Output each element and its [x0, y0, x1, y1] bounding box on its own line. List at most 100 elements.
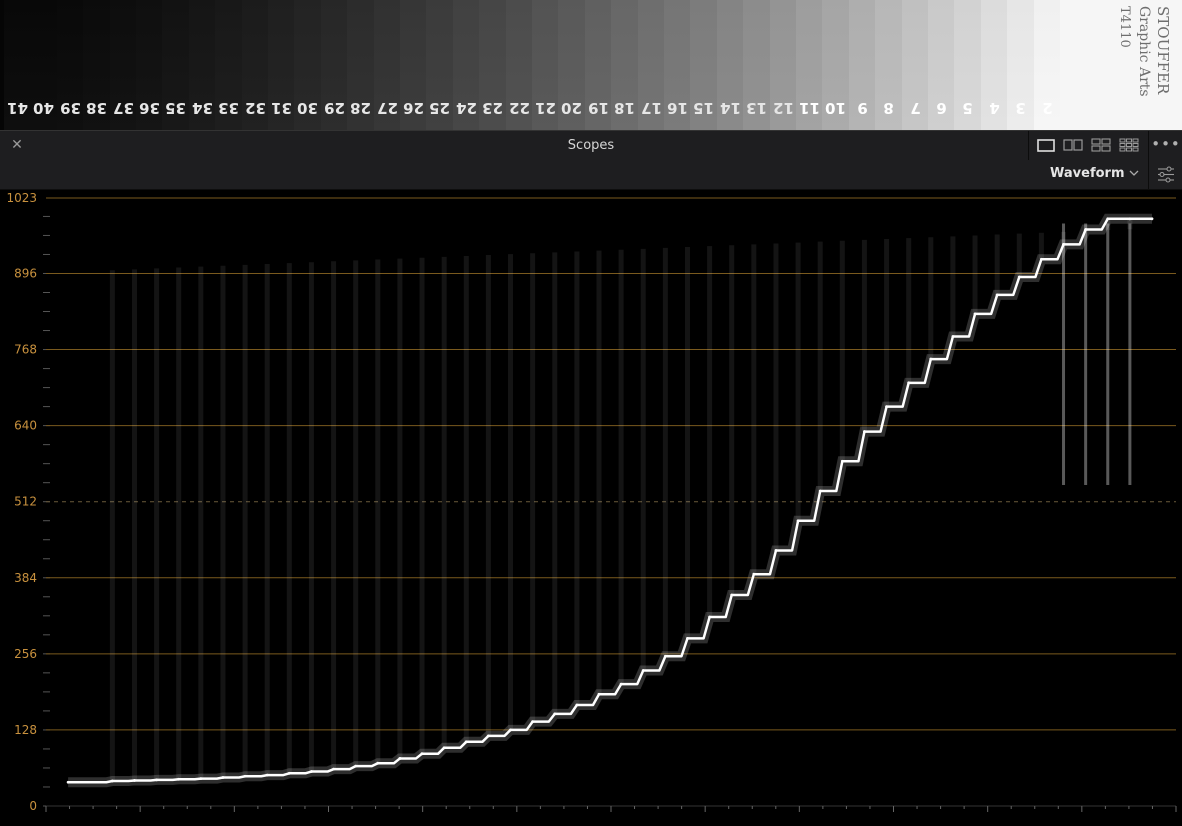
waveform-point [730, 593, 734, 597]
waveform-point [907, 381, 911, 385]
wedge-step-number: 6 [936, 99, 947, 117]
wedge-step: 34 [188, 0, 216, 130]
wedge-step-number: 37 [112, 99, 134, 117]
waveform-point [818, 489, 822, 493]
y-tick-label: 384 [14, 571, 37, 585]
wedge-step: 27 [373, 0, 401, 130]
wedge-step-number: 40 [33, 99, 55, 117]
wedge-step-number: 2 [1041, 99, 1053, 117]
waveform-point [641, 669, 645, 672]
wedge-step: 17 [637, 0, 665, 130]
wedge-step-number: 17 [640, 99, 662, 117]
waveform-point [973, 312, 977, 316]
wedge-step: 22 [505, 0, 533, 130]
wedge-step: 15 [690, 0, 718, 130]
wedge-step-number: 39 [59, 99, 81, 117]
wedge-step-number: 18 [614, 99, 636, 117]
wedge-step-number: 19 [587, 99, 609, 117]
waveform-point [708, 615, 711, 619]
wedge-step-number: 24 [455, 99, 477, 117]
waveform-point [840, 459, 844, 463]
waveform-point [199, 777, 203, 781]
wedge-step: 28 [347, 0, 375, 130]
wedge-step: 10 [822, 0, 850, 130]
wedge-step-number: 23 [482, 99, 504, 117]
y-tick-label: 0 [29, 799, 37, 813]
wedge-step: 9 [848, 0, 876, 130]
wedge-step-number: 25 [429, 99, 451, 117]
waveform-point [929, 357, 933, 361]
wedge-step: 35 [162, 0, 190, 130]
wedge-step-number: 26 [403, 99, 424, 117]
wedge-step-number: 30 [297, 99, 319, 117]
waveform-scope: 0 128 256 384 512 640 768 896 1023 [0, 190, 1182, 826]
wedge-step-number: 3 [1015, 99, 1026, 117]
wedge-step: 24 [452, 0, 480, 130]
wedge-step: 14 [716, 0, 744, 130]
waveform-point [1106, 217, 1110, 221]
waveform-point [774, 549, 778, 552]
waveform-point [553, 712, 557, 716]
waveform-point [155, 778, 159, 782]
wedge-step-number: 10 [825, 99, 847, 117]
wedge-step: 4 [980, 0, 1008, 130]
wedge-step-number: 22 [508, 99, 530, 117]
wedge-step: 21 [532, 0, 559, 130]
waveform-point [420, 752, 424, 756]
wedge-step-number: 27 [376, 99, 398, 117]
wedge-step: 20 [558, 0, 586, 130]
waveform-point [575, 703, 579, 707]
waveform-point [398, 757, 402, 760]
waveform-point [863, 430, 866, 433]
waveform-point [1084, 228, 1088, 231]
waveform-point [509, 728, 512, 732]
multi-view-icon[interactable] [1118, 136, 1140, 154]
waveform-point [619, 682, 623, 686]
wedge-step-number: 36 [139, 99, 160, 117]
wedge-step: 2 [1033, 0, 1061, 130]
quad-view-icon[interactable] [1090, 136, 1112, 154]
waveform-point [951, 335, 955, 338]
waveform-point [287, 771, 291, 775]
wedge-step: 6 [928, 0, 955, 130]
wedge-step: 16 [664, 0, 691, 130]
wedge-step-number: 4 [989, 99, 1000, 117]
wedge-step-number: 5 [962, 99, 974, 117]
wedge-step: 18 [611, 0, 639, 130]
waveform-point [1062, 242, 1065, 246]
wedge-step-number: 16 [667, 99, 688, 117]
wedge-step: 11 [796, 0, 823, 130]
waveform-point [310, 770, 313, 773]
waveform-point [885, 405, 888, 409]
wedge-step: 31 [268, 0, 295, 130]
stouffer-logo-text: STOUFFER Graphic Arts T4110 [1100, 0, 1182, 130]
logo-line: T4110 [1117, 6, 1132, 48]
wedge-step: 26 [400, 0, 427, 130]
wedge-step-number: 7 [909, 99, 921, 117]
scope-type-dropdown[interactable]: Waveform [1050, 166, 1124, 184]
waveform-point [752, 572, 756, 576]
waveform-point [1040, 257, 1043, 261]
waveform-glow [68, 213, 1152, 788]
sliders-icon[interactable] [1148, 160, 1182, 189]
wedge-step: 33 [215, 0, 243, 130]
wedge-step-number: 29 [323, 99, 345, 117]
waveform-point [133, 779, 136, 782]
dual-view-icon[interactable] [1062, 136, 1084, 154]
scope-toolbar: Waveform [0, 160, 1182, 190]
wedge-step: 41 [4, 0, 31, 130]
logo-line: STOUFFER [1154, 6, 1172, 95]
wedge-step-number: 8 [883, 99, 894, 117]
wedge-step: 39 [56, 0, 84, 130]
wedge-step-number: 15 [693, 99, 715, 117]
wedge-step-number: 31 [271, 99, 292, 117]
wedge-step: 3 [1007, 0, 1035, 130]
wedge-step-number: 33 [218, 99, 240, 117]
wedge-step: 25 [426, 0, 454, 130]
wedge-step: 13 [743, 0, 771, 130]
single-view-icon[interactable] [1035, 136, 1057, 154]
waveform-point [221, 776, 225, 779]
more-options-icon[interactable]: ••• [1148, 131, 1182, 160]
chevron-down-icon[interactable] [1128, 165, 1140, 184]
waveform-point [686, 636, 689, 640]
